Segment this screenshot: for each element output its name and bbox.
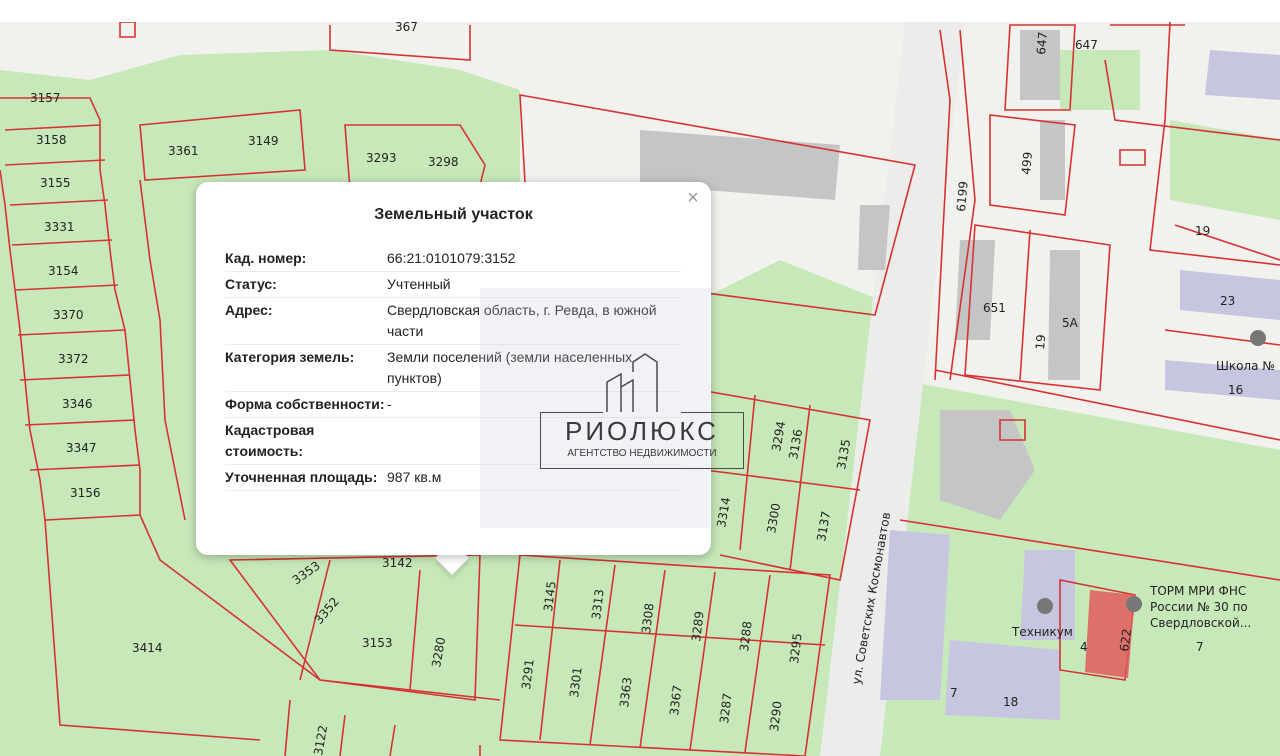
close-icon[interactable]: × [683,188,703,208]
info-row-cadastral-number: Кад. номер: 66:21:0101079:3152 [225,248,681,272]
svg-text:3361: 3361 [168,144,199,158]
svg-text:647: 647 [1075,38,1098,52]
info-label: Статус: [225,276,277,292]
popup-title: Земельный участок [374,206,533,223]
svg-text:367: 367 [395,22,418,34]
svg-text:7: 7 [1196,640,1204,654]
info-label: Форма собственности: [225,396,385,412]
svg-text:16: 16 [1228,383,1243,397]
svg-text:3158: 3158 [36,133,67,147]
svg-text:3347: 3347 [66,441,97,455]
info-label: Кадастровая стоимость: [225,422,315,459]
svg-text:3155: 3155 [40,176,71,190]
svg-text:3370: 3370 [53,308,84,322]
building-logo-icon [606,353,658,412]
svg-text:5А: 5А [1062,316,1079,330]
watermark-subtitle: АГЕНТСТВО НЕДВИЖИМОСТИ [567,448,717,459]
info-label: Кад. номер: [225,250,307,266]
svg-text:ТОРМ МРИ ФНС: ТОРМ МРИ ФНС [1149,584,1246,598]
watermark-frame: РИОЛЮКС АГЕНТСТВО НЕДВИЖИМОСТИ [540,412,744,469]
svg-text:19: 19 [1033,334,1048,350]
svg-text:3154: 3154 [48,264,79,278]
svg-text:3293: 3293 [366,151,397,165]
svg-text:647: 647 [1034,31,1050,55]
svg-text:3149: 3149 [248,134,279,148]
svg-text:3298: 3298 [428,155,459,169]
svg-text:3142: 3142 [382,556,413,570]
svg-text:651: 651 [983,301,1006,315]
svg-text:3153: 3153 [362,636,393,650]
svg-text:4: 4 [1080,640,1088,654]
svg-text:499: 499 [1019,151,1035,175]
svg-text:Техникум: Техникум [1011,625,1073,639]
svg-text:19: 19 [1195,224,1210,238]
info-label: Адрес: [225,302,273,318]
svg-text:3156: 3156 [70,486,101,500]
svg-text:18: 18 [1003,695,1018,709]
svg-text:23: 23 [1220,294,1235,308]
browser-top-bar [0,0,1280,23]
svg-text:6199: 6199 [954,181,971,213]
svg-text:3331: 3331 [44,220,75,234]
svg-text:7: 7 [950,686,958,700]
svg-text:3414: 3414 [132,641,163,655]
info-label: Уточненная площадь: [225,469,378,485]
svg-text:3157: 3157 [30,91,61,105]
svg-text:3372: 3372 [58,352,89,366]
info-value: 66:21:0101079:3152 [387,250,516,266]
svg-text:России № 30 по: России № 30 по [1150,600,1248,614]
watermark-name: РИОЛЮКС [565,416,719,446]
svg-text:Свердловской...: Свердловской... [1150,616,1251,630]
info-label: Категория земель: [225,349,355,365]
svg-text:Школа №: Школа № [1216,359,1275,373]
svg-text:3346: 3346 [62,397,93,411]
watermark-logo: РИОЛЮКС АГЕНТСТВО НЕДВИЖИМОСТИ [540,352,744,474]
